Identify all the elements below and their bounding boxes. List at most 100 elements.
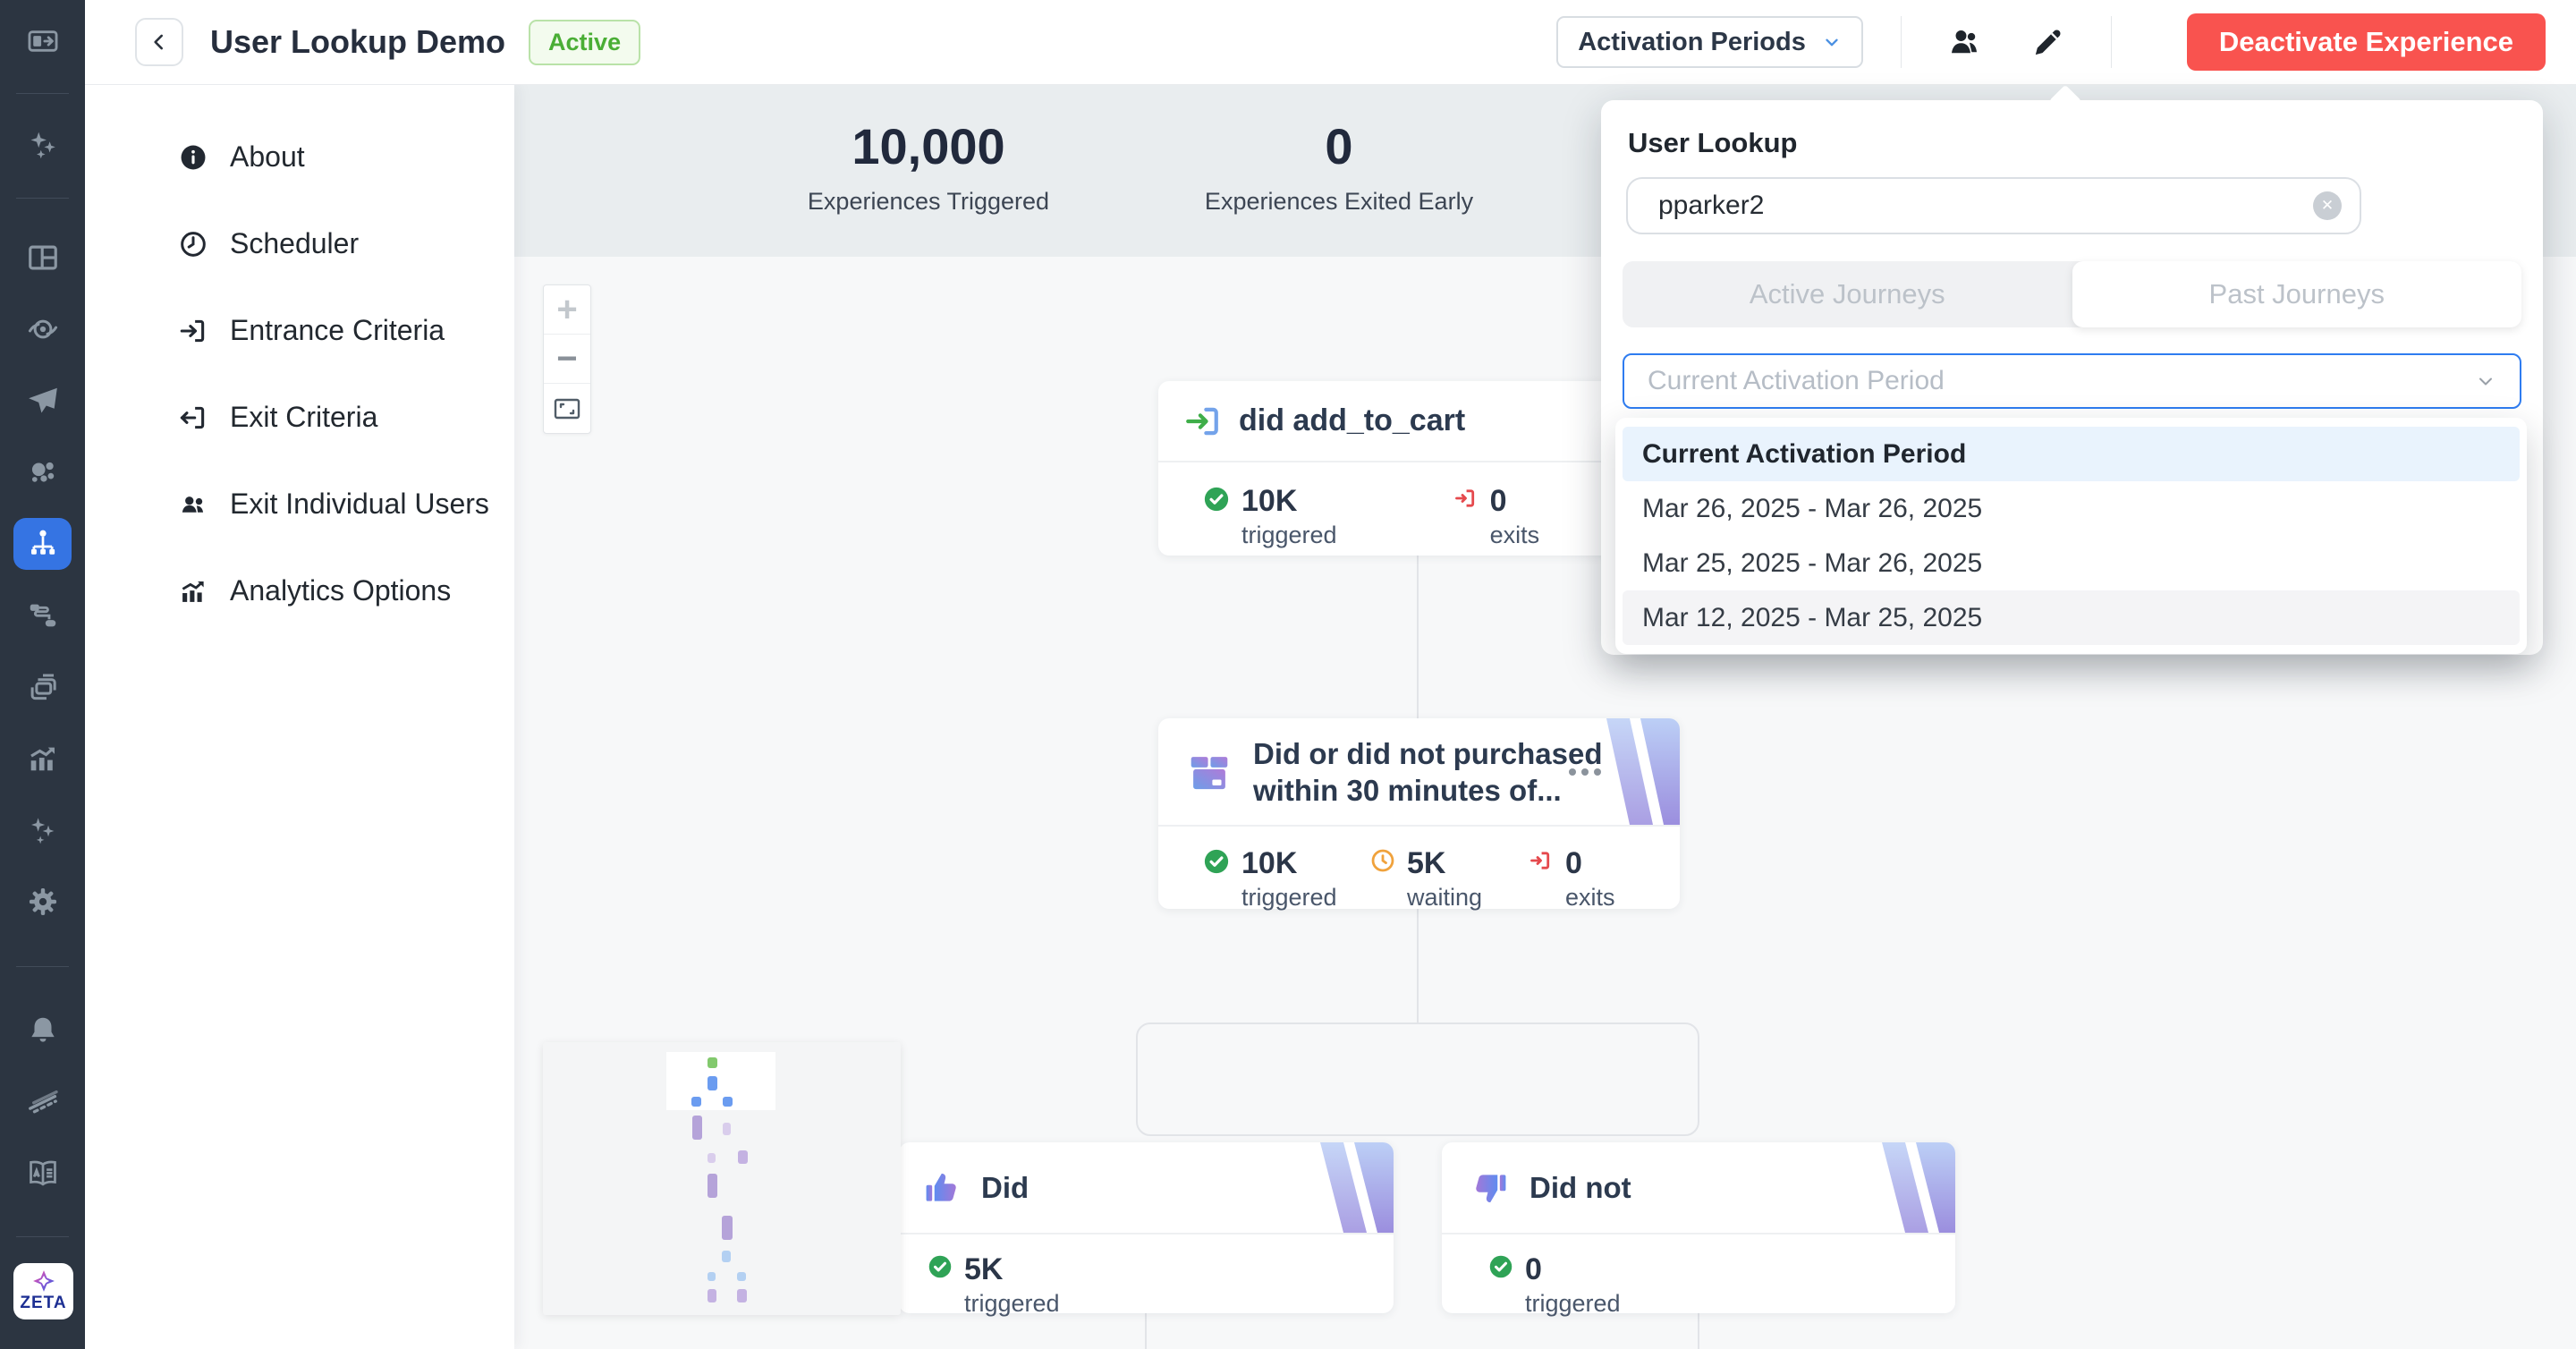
thumbs-up-icon bbox=[922, 1168, 962, 1208]
topbar: User Lookup Demo Active Activation Perio… bbox=[85, 0, 2576, 85]
node-did-not[interactable]: Did not 0triggered bbox=[1442, 1142, 1955, 1313]
node-corner-decoration bbox=[1563, 718, 1680, 825]
activation-periods-select[interactable]: Activation Periods bbox=[1556, 16, 1863, 68]
check-circle-icon bbox=[928, 1254, 953, 1279]
sidebar-item-label: About bbox=[230, 140, 305, 174]
enter-icon bbox=[178, 316, 208, 346]
page-title: User Lookup Demo bbox=[210, 23, 505, 61]
check-circle-icon bbox=[1203, 848, 1230, 875]
sidebar-item-scheduler[interactable]: Scheduler bbox=[85, 200, 514, 287]
node-stat-triggered: 10Ktriggered bbox=[1203, 484, 1337, 549]
exit-arrow-icon bbox=[1453, 486, 1479, 511]
edge-branch-connector bbox=[1136, 1022, 1699, 1136]
toolbar-separator bbox=[2111, 16, 2112, 68]
edit-pencil-icon[interactable] bbox=[2023, 17, 2073, 67]
tab-active-journeys[interactable]: Active Journeys bbox=[1623, 261, 2072, 327]
node-corner-decoration bbox=[1839, 1142, 1955, 1233]
templates-icon[interactable] bbox=[0, 656, 85, 718]
settings-gear-icon[interactable] bbox=[0, 870, 85, 933]
minimap-viewport[interactable] bbox=[666, 1052, 775, 1110]
node-title: Did or did not purchased within 30 minut… bbox=[1253, 735, 1603, 809]
activation-period-value: Current Activation Period bbox=[1648, 366, 2475, 396]
roadmap-icon[interactable] bbox=[0, 1071, 85, 1133]
sidebar-item-label: Scheduler bbox=[230, 227, 359, 260]
zeta-logo-text: ZETA bbox=[20, 1294, 66, 1313]
audience-icon[interactable] bbox=[0, 441, 85, 504]
user-lookup-icon[interactable] bbox=[1939, 17, 1989, 67]
zoom-in-button[interactable]: + bbox=[544, 285, 590, 335]
user-lookup-value: pparker2 bbox=[1658, 191, 2313, 221]
zoom-out-button[interactable]: − bbox=[544, 335, 590, 384]
activation-period-options: Current Activation Period Mar 26, 2025 -… bbox=[1615, 418, 2527, 654]
node-stat-exits: 0exits bbox=[1453, 484, 1540, 549]
exit-arrow-icon bbox=[1529, 848, 1554, 873]
chevron-down-icon bbox=[1822, 32, 1842, 52]
status-badge: Active bbox=[529, 20, 640, 65]
rail-divider bbox=[16, 93, 69, 94]
user-lookup-popover: User Lookup pparker2 ✕ Active Journeys P… bbox=[1601, 100, 2543, 655]
fit-view-icon bbox=[554, 398, 580, 420]
sidebar-item-analytics-options[interactable]: Analytics Options bbox=[85, 547, 514, 634]
zeta-diamond-icon bbox=[30, 1269, 57, 1293]
canvas-zoom-controls: + − bbox=[543, 284, 591, 434]
edge-below-did-not bbox=[1698, 1313, 1699, 1349]
stat-experiences-triggered: 10,000 Experiences Triggered bbox=[808, 117, 1049, 216]
flow-icon[interactable] bbox=[0, 584, 85, 647]
option-period-1[interactable]: Mar 26, 2025 - Mar 26, 2025 bbox=[1623, 481, 2520, 536]
exit-icon bbox=[178, 403, 208, 433]
option-period-2[interactable]: Mar 25, 2025 - Mar 26, 2025 bbox=[1623, 536, 2520, 590]
users-icon bbox=[178, 489, 208, 520]
sparkles-icon[interactable] bbox=[0, 114, 85, 176]
sidebar-item-exit-criteria[interactable]: Exit Criteria bbox=[85, 374, 514, 461]
journey-sidebar: About Scheduler Entrance Criteria Exit C… bbox=[85, 85, 514, 1349]
option-period-3[interactable]: Mar 12, 2025 - Mar 25, 2025 bbox=[1623, 590, 2520, 645]
activation-period-select[interactable]: Current Activation Period bbox=[1623, 353, 2521, 409]
waiting-clock-icon bbox=[1370, 848, 1395, 873]
sidebar-item-about[interactable]: About bbox=[85, 114, 514, 200]
popover-title: User Lookup bbox=[1628, 127, 1797, 159]
sidebar-item-exit-individual-users[interactable]: Exit Individual Users bbox=[85, 461, 514, 547]
stat-experiences-exited: 0 Experiences Exited Early bbox=[1205, 117, 1473, 216]
node-stat-triggered: 0triggered bbox=[1488, 1252, 1621, 1318]
app-rail: ZETA bbox=[0, 0, 85, 1349]
edge-entrance-to-split bbox=[1417, 556, 1419, 718]
screen-share-icon[interactable] bbox=[0, 10, 85, 72]
sidebar-item-label: Analytics Options bbox=[230, 574, 451, 607]
sidebar-item-label: Entrance Criteria bbox=[230, 314, 445, 347]
node-stat-triggered: 10Ktriggered bbox=[1203, 846, 1338, 912]
activation-periods-label: Activation Periods bbox=[1578, 28, 1806, 57]
thumbs-down-icon bbox=[1470, 1168, 1510, 1208]
node-did[interactable]: Did 5Ktriggered bbox=[899, 1142, 1394, 1313]
node-split-purchase[interactable]: Did or did not purchased within 30 minut… bbox=[1158, 718, 1680, 909]
check-circle-icon bbox=[1203, 486, 1230, 513]
edge-below-did bbox=[1145, 1313, 1147, 1349]
sidebar-item-entrance-criteria[interactable]: Entrance Criteria bbox=[85, 287, 514, 374]
node-title: Did bbox=[981, 1171, 1029, 1205]
chevron-left-icon bbox=[148, 30, 171, 54]
user-lookup-input[interactable]: pparker2 ✕ bbox=[1626, 177, 2361, 234]
analytics-icon bbox=[178, 576, 208, 607]
chevron-down-icon bbox=[2475, 370, 2496, 392]
stat-value: 10,000 bbox=[808, 117, 1049, 175]
tab-past-journeys[interactable]: Past Journeys bbox=[2072, 261, 2522, 327]
target-icon[interactable] bbox=[0, 298, 85, 361]
clear-input-icon[interactable]: ✕ bbox=[2313, 191, 2342, 220]
journeys-icon[interactable] bbox=[0, 513, 85, 575]
journeys-tabs: Active Journeys Past Journeys bbox=[1623, 261, 2521, 327]
back-button[interactable] bbox=[135, 18, 183, 66]
dashboard-icon[interactable] bbox=[0, 226, 85, 289]
option-current-activation-period[interactable]: Current Activation Period bbox=[1623, 427, 2520, 481]
notifications-bell-icon[interactable] bbox=[0, 999, 85, 1062]
node-title: did add_to_cart bbox=[1239, 403, 1465, 438]
ai-sparkles-icon[interactable] bbox=[0, 799, 85, 861]
canvas-minimap[interactable] bbox=[543, 1042, 901, 1315]
node-title: Did not bbox=[1530, 1171, 1631, 1205]
docs-book-icon[interactable] bbox=[0, 1142, 85, 1205]
node-corner-decoration bbox=[1277, 1142, 1394, 1233]
deactivate-experience-button[interactable]: Deactivate Experience bbox=[2187, 13, 2546, 71]
rail-divider bbox=[16, 966, 69, 967]
fit-view-button[interactable] bbox=[544, 384, 590, 433]
reports-icon[interactable] bbox=[0, 727, 85, 790]
zeta-logo[interactable]: ZETA bbox=[13, 1263, 73, 1319]
send-icon[interactable] bbox=[0, 369, 85, 432]
